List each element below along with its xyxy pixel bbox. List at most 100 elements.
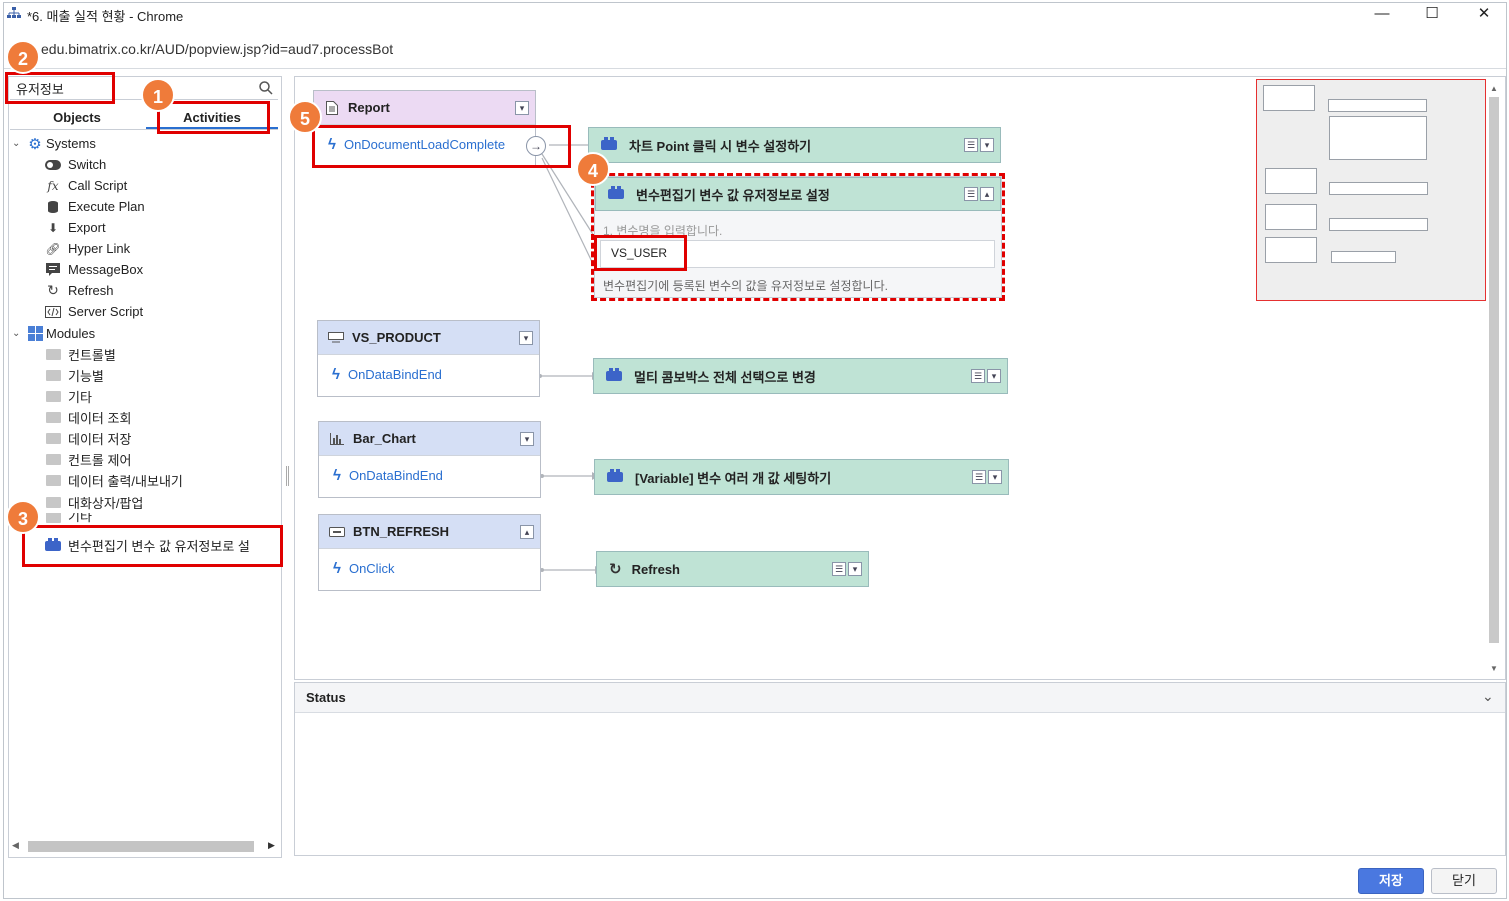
step-badge: 2	[6, 40, 40, 74]
tree-label: Execute Plan	[68, 199, 145, 214]
chevron-down-icon[interactable]: ▾	[515, 101, 529, 115]
node-title: Report	[348, 100, 390, 115]
tree-folder[interactable]: 데이터 출력/내보내기	[44, 470, 183, 491]
source-node-bar-chart[interactable]: Bar_Chart ▾ ϟ OnDataBindEnd	[318, 421, 541, 498]
button-control-icon	[329, 525, 345, 539]
tree-item-switch[interactable]: Switch	[44, 154, 106, 175]
tree-item-server-script[interactable]: Server Script	[44, 301, 143, 322]
link-icon: 🔗︎	[45, 241, 61, 256]
minimize-button[interactable]: —	[1372, 4, 1392, 24]
event-row[interactable]: ϟ OnClick	[319, 549, 540, 587]
action-node[interactable]: ↻ Refresh ☰ ▾	[596, 551, 869, 587]
highlight-event	[312, 125, 571, 168]
close-window-button[interactable]: ✕	[1474, 4, 1494, 24]
tree-folder[interactable]: 기타	[44, 513, 92, 525]
address-divider	[4, 68, 1506, 69]
module-block-icon	[607, 469, 623, 482]
node-title: VS_PRODUCT	[352, 330, 441, 345]
action-node[interactable]: [Variable] 변수 여러 개 값 세팅하기 ☰ ▾	[594, 459, 1009, 495]
search-icon[interactable]	[258, 80, 274, 96]
list-icon[interactable]: ☰	[832, 562, 846, 576]
folder-icon	[44, 431, 62, 447]
document-icon	[324, 100, 340, 115]
save-button[interactable]: 저장	[1358, 868, 1424, 894]
highlight-param-value	[594, 235, 687, 271]
chevron-down-icon[interactable]: ▾	[980, 138, 994, 152]
scrollbar-thumb[interactable]	[28, 841, 254, 852]
list-icon[interactable]: ☰	[964, 138, 978, 152]
scroll-left-icon[interactable]: ◀	[12, 840, 19, 851]
action-node[interactable]: 멀티 콤보박스 전체 선택으로 변경 ☰ ▾	[593, 358, 1008, 394]
maximize-button[interactable]: ☐	[1422, 4, 1442, 24]
tree-item-messagebox[interactable]: MessageBox	[44, 259, 143, 280]
tree-modules[interactable]: ⌄ Modules	[12, 323, 95, 344]
function-icon: fx	[47, 178, 59, 193]
minimap-node	[1331, 251, 1396, 263]
event-row[interactable]: ϟ OnDataBindEnd	[319, 456, 540, 494]
folder-icon	[44, 452, 62, 468]
list-icon[interactable]: ☰	[971, 369, 985, 383]
tree-systems[interactable]: ⌄ ⚙ Systems	[12, 133, 96, 154]
title-bar	[4, 3, 1506, 30]
chevron-up-icon[interactable]: ▴	[520, 525, 534, 539]
close-button[interactable]: 닫기	[1431, 868, 1497, 894]
folder-icon	[44, 513, 62, 525]
tree-item-refresh[interactable]: ↻ Refresh	[44, 280, 113, 301]
grid-icon	[26, 326, 44, 342]
source-node-vs-product[interactable]: VS_PRODUCT ▾ ϟ OnDataBindEnd	[317, 320, 540, 397]
action-node[interactable]: 차트 Point 클릭 시 변수 설정하기 ☰ ▾	[588, 127, 1001, 163]
minimap-node	[1263, 85, 1315, 111]
bar-chart-icon	[329, 432, 345, 446]
tree-folder[interactable]: 컨트롤별	[44, 344, 116, 365]
tree-item-hyper-link[interactable]: 🔗︎ Hyper Link	[44, 238, 130, 259]
database-icon	[44, 199, 62, 215]
chevron-down-icon[interactable]: ⌄	[1482, 688, 1494, 705]
tree-item-export[interactable]: ⬇ Export	[44, 217, 106, 238]
lightning-icon: ϟ	[333, 559, 341, 577]
tree-item-call-script[interactable]: fx Call Script	[44, 175, 127, 196]
tree-folder[interactable]: 기타	[44, 386, 92, 407]
chevron-down-icon[interactable]: ▾	[519, 331, 533, 345]
tree-label: Hyper Link	[68, 241, 131, 256]
source-node-btn-refresh[interactable]: BTN_REFRESH ▴ ϟ OnClick	[318, 514, 541, 591]
tree-folder[interactable]: 대화상자/팝업	[44, 492, 143, 513]
scroll-down-icon[interactable]: ▼	[1490, 664, 1498, 673]
folder-icon	[44, 410, 62, 426]
tree-folder[interactable]: 컨트롤 제어	[44, 449, 131, 470]
tree-label: Modules	[46, 326, 96, 341]
panel-splitter[interactable]	[286, 466, 289, 486]
chevron-down-icon[interactable]: ▾	[987, 369, 1001, 383]
chevron-down-icon[interactable]: ⌄	[12, 138, 24, 149]
module-block-icon	[606, 368, 622, 381]
tree-label: 기능별	[68, 369, 104, 384]
step-badge: 1	[141, 78, 175, 112]
status-header[interactable]	[295, 683, 1505, 713]
tree-label: Switch	[68, 157, 107, 172]
gear-icon: ⚙	[28, 135, 42, 153]
chevron-down-icon[interactable]: ⌄	[12, 328, 24, 339]
tree-folder[interactable]: 기능별	[44, 365, 104, 386]
chevron-down-icon[interactable]: ▾	[520, 432, 534, 446]
step-badge: 4	[576, 152, 610, 186]
node-header: Bar_Chart ▾	[319, 422, 540, 456]
list-icon[interactable]: ☰	[972, 470, 986, 484]
tree-item-execute-plan[interactable]: Execute Plan	[44, 196, 145, 217]
module-block-icon	[601, 137, 617, 150]
scrollbar-thumb[interactable]	[1489, 97, 1499, 643]
tree-folder[interactable]: 데이터 조회	[44, 407, 131, 428]
scroll-right-icon[interactable]: ▶	[268, 840, 275, 851]
tree-label: MessageBox	[68, 262, 144, 277]
event-row[interactable]: ϟ OnDataBindEnd	[318, 355, 539, 393]
tree-folder[interactable]: 데이터 저장	[44, 428, 131, 449]
scroll-up-icon[interactable]: ▲	[1490, 84, 1498, 93]
window-title: *6. 매출 실적 현황 - Chrome	[27, 9, 184, 24]
chevron-down-icon[interactable]: ▾	[988, 470, 1002, 484]
tree-label: Systems	[46, 136, 96, 151]
action-label: 차트 Point 클릭 시 변수 설정하기	[629, 138, 812, 154]
chevron-down-icon[interactable]: ▾	[848, 562, 862, 576]
code-icon	[44, 304, 62, 320]
tab-objects[interactable]: Objects	[10, 106, 144, 130]
address-bar[interactable]: edu.bimatrix.co.kr/AUD/popview.jsp?id=au…	[41, 41, 393, 57]
event-label: OnDataBindEnd	[347, 366, 442, 382]
minimap-node	[1265, 204, 1317, 230]
